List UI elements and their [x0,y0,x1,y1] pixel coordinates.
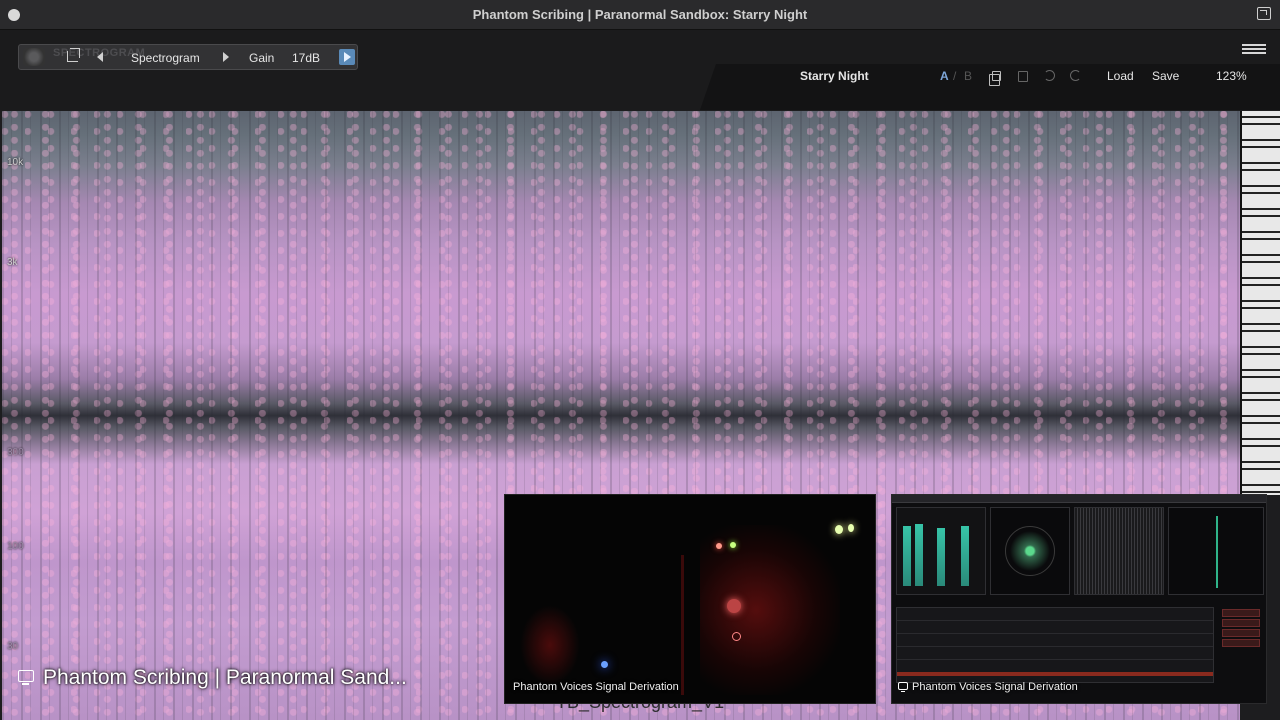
level-meters [896,507,986,595]
level-meter-bar [961,526,969,586]
level-meter-bar [915,524,923,586]
gain-label: Gain [249,51,275,65]
ab-b-button[interactable]: B [964,69,972,83]
ab-a-button[interactable]: A [940,69,949,83]
play-button[interactable] [339,49,355,65]
undo-icon[interactable] [1044,70,1055,81]
video-pole [681,555,684,695]
freq-label-100: 100 [7,541,24,552]
spectrum-analyzer [896,607,1214,683]
video-light-dot [732,632,741,641]
crop-icon[interactable] [67,48,80,62]
redo-icon[interactable] [1070,70,1081,81]
freq-label-30: 30 [7,641,19,652]
analyzer-side-button[interactable] [1222,609,1260,617]
analyzer-side-button[interactable] [1222,619,1260,627]
level-meter-bar [937,528,945,586]
plugin-header: SPECTROGRAM Spectrogram Gain 17dB Starry… [0,30,1280,110]
plugin-logo-icon [23,48,45,66]
freq-label-3k: 3k [7,257,18,268]
hamburger-menu-icon[interactable] [1242,44,1266,54]
main-window-label-text: Phantom Scribing | Paranormal Sand... [43,666,407,689]
module-name[interactable]: Spectrogram [131,51,200,65]
analyzer-side-button[interactable] [1222,639,1260,647]
next-module-icon[interactable] [223,52,229,62]
load-button[interactable]: Load [1107,69,1134,83]
video-light-dot [727,599,741,613]
freq-label-300: 300 [7,447,24,458]
video-light-dot [730,542,736,548]
vectorscope [1168,507,1264,595]
copy-icon[interactable] [989,71,1001,86]
video-red-glow [700,525,840,695]
preset-name[interactable]: Starry Night [800,69,869,83]
display-icon [898,682,908,692]
analyzer-label-text: Phantom Voices Signal Derivation [912,681,1078,693]
video-light-dot [601,661,608,668]
video-light-dot [848,524,854,532]
video-light-dot [716,543,722,549]
save-button[interactable]: Save [1152,69,1179,83]
piano-keyboard[interactable] [1240,111,1280,495]
video-feed-panel: Phantom Voices Signal Derivation [504,494,876,704]
video-light-dot [835,525,843,534]
paste-icon[interactable] [1018,71,1028,82]
gain-value[interactable]: 17dB [292,51,320,65]
app-window: Phantom Scribing | Paranormal Sandbox: S… [0,0,1280,720]
module-selector[interactable]: SPECTROGRAM Spectrogram Gain 17dB [18,44,358,70]
polar-scope [990,507,1070,595]
analyzer-side-buttons [1218,607,1264,697]
window-titlebar: Phantom Scribing | Paranormal Sandbox: S… [0,0,1280,30]
ab-separator: / [953,69,957,83]
level-meter-bar [903,526,911,586]
freq-label-10k: 10k [7,157,24,168]
analyzer-panel: Phantom Voices Signal Derivation [891,494,1267,704]
analyzer-titlebar [892,495,1266,503]
preset-panel: Starry Night A / B Load Save 123% [700,64,1280,110]
main-window-label: Phantom Scribing | Paranormal Sand... [18,666,407,690]
display-icon [18,670,34,685]
video-left-glow [520,605,580,685]
correlation-meter [1074,507,1164,595]
window-title: Phantom Scribing | Paranormal Sandbox: S… [472,7,808,22]
fullscreen-icon[interactable] [1257,7,1271,20]
previous-module-icon[interactable] [97,52,103,62]
video-feed-label: Phantom Voices Signal Derivation [513,681,679,693]
analyzer-side-button[interactable] [1222,629,1260,637]
polar-scope-disc [1005,526,1055,576]
zoom-level[interactable]: 123% [1216,69,1247,83]
analyzer-label: Phantom Voices Signal Derivation [898,681,1078,693]
